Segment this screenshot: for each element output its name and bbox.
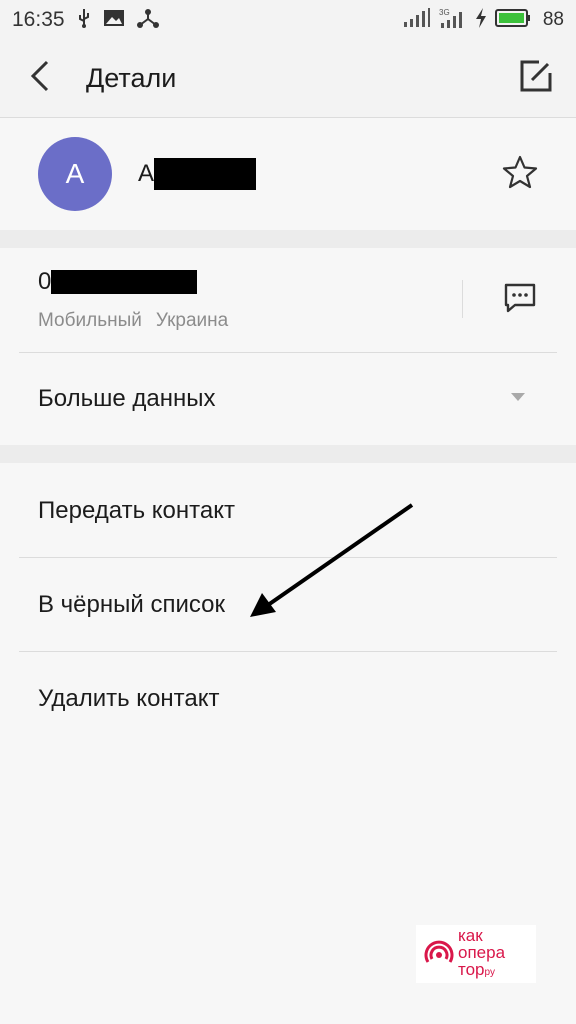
watermark-suffix: ру [484, 967, 495, 978]
watermark-line1: как [458, 926, 483, 945]
watermark-text: как опера торру [458, 927, 505, 981]
watermark-line2: опера [458, 943, 506, 962]
watermark-logo-icon [424, 937, 454, 972]
watermark-line3: тор [458, 960, 485, 979]
annotation-arrow [250, 503, 414, 617]
watermark: как опера торру [416, 925, 536, 983]
